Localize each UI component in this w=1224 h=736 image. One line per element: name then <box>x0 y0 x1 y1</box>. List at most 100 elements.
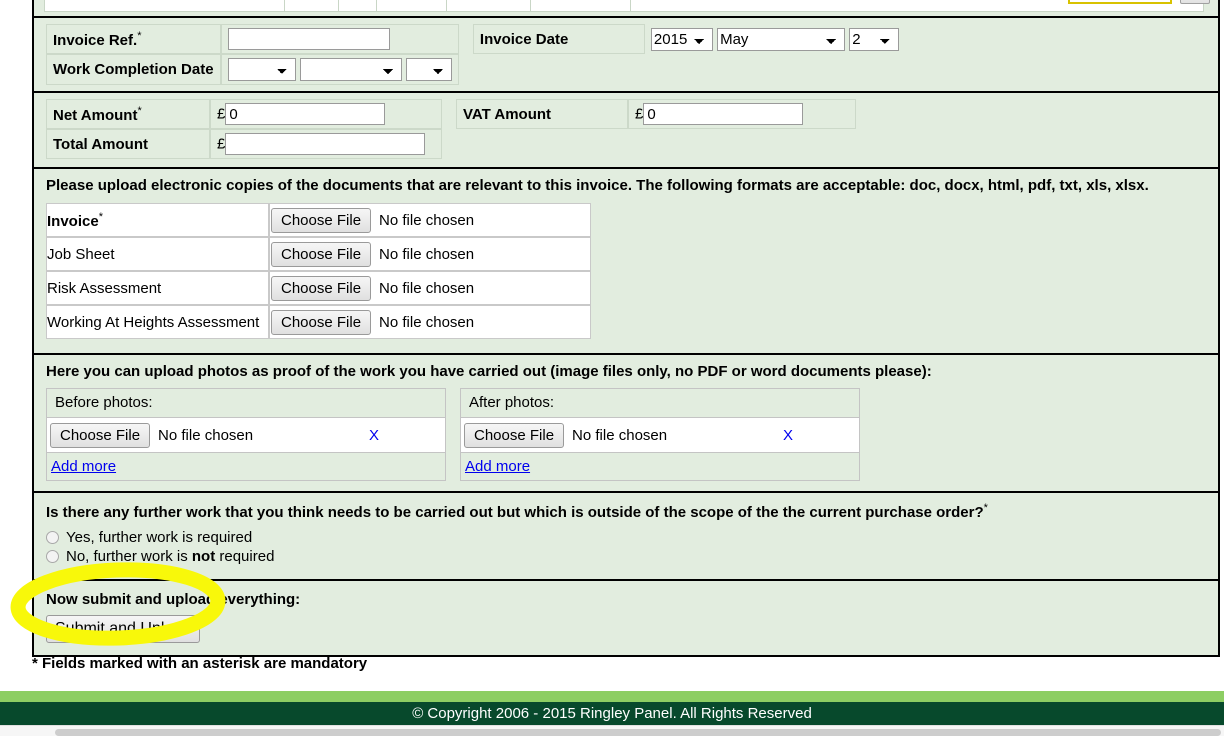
total-amount-label: Total Amount <box>53 135 148 153</box>
invoice-form: Invoice Ref.* Invoice Date 2015 May 2 Wo… <box>32 0 1220 657</box>
spacer <box>644 54 906 85</box>
table-row: Working At Heights Assessment Choose Fil… <box>46 305 591 339</box>
no-file-chosen-label: No file chosen <box>158 426 254 444</box>
spacer <box>442 99 456 129</box>
before-photos-heading: Before photos: <box>55 394 153 411</box>
document-label: Working At Heights Assessment <box>47 313 260 331</box>
document-label: Risk Assessment <box>47 279 162 297</box>
vat-amount-label-cell: VAT Amount <box>456 99 628 129</box>
photos-section: Here you can upload photos as proof of t… <box>34 355 1218 493</box>
table-row: Net Amount* £ VAT Amount £ <box>46 99 856 129</box>
work-completion-label-cell: Work Completion Date <box>46 54 221 85</box>
table-row: Total Amount £ <box>46 129 856 159</box>
invoice-date-month-select[interactable]: May <box>717 27 846 51</box>
further-work-question-section: Is there any further work that you think… <box>34 493 1218 581</box>
vat-amount-input[interactable] <box>643 103 804 125</box>
spacer <box>458 24 473 54</box>
photos-instruction: Here you can upload photos as proof of t… <box>46 363 932 380</box>
amount-table: Net Amount* £ VAT Amount £ Total Am <box>46 99 856 159</box>
work-completion-year-select[interactable] <box>405 58 452 81</box>
documents-instruction: Please upload electronic copies of the d… <box>46 177 1149 194</box>
document-name-working-at-heights: Working At Heights Assessment <box>46 305 269 339</box>
total-amount-input-cell: £ <box>210 129 442 159</box>
clipped-dropdown-button[interactable] <box>1180 0 1210 4</box>
total-amount-input[interactable] <box>225 133 426 155</box>
submit-section: Now submit and upload everything: Submit… <box>34 581 1218 657</box>
documents-upload-table: Invoice* Choose File No file chosen Job … <box>46 203 591 339</box>
choose-file-button[interactable]: Choose File <box>271 275 372 301</box>
work-completion-month-select[interactable] <box>299 58 402 81</box>
further-work-option-yes[interactable]: Yes, further work is required <box>46 529 1218 546</box>
clipped-cell <box>45 0 285 11</box>
radio-button-icon[interactable] <box>46 550 59 563</box>
submit-instruction: Now submit and upload everything: <box>46 591 301 608</box>
photos-columns: Before photos: Choose File No file chose… <box>46 388 1218 481</box>
horizontal-scrollbar[interactable] <box>0 725 1224 736</box>
no-file-chosen-label: No file chosen <box>379 211 475 229</box>
no-file-chosen-label: No file chosen <box>379 313 475 331</box>
invoice-date-selects-cell: 2015 May 2 <box>644 24 906 54</box>
document-file-invoice: Choose File No file chosen <box>269 203 591 237</box>
clipped-table-row <box>34 0 1218 18</box>
further-work-question: Is there any further work that you think… <box>46 502 1218 521</box>
document-file-job-sheet: Choose File No file chosen <box>269 237 591 271</box>
radio-button-icon[interactable] <box>46 531 59 544</box>
further-work-required: * <box>983 502 988 514</box>
clipped-cell <box>447 0 531 11</box>
document-label: Invoice <box>47 212 99 230</box>
choose-file-button[interactable]: Choose File <box>271 207 372 233</box>
choose-file-button[interactable]: Choose File <box>271 241 372 267</box>
net-amount-required: * <box>137 104 142 117</box>
document-label: Job Sheet <box>47 245 115 263</box>
vat-amount-input-cell: £ <box>628 99 856 129</box>
further-work-option-no[interactable]: No, further work is not required <box>46 548 1218 565</box>
table-row: Job Sheet Choose File No file chosen <box>46 237 591 271</box>
remove-before-photo-icon[interactable]: X <box>369 427 379 444</box>
before-photos-row: Choose File No file chosen X <box>47 417 445 453</box>
choose-file-button[interactable]: Choose File <box>464 422 565 448</box>
add-more-after-photos-link[interactable]: Add more <box>461 453 530 480</box>
option-no-emphasis: not <box>191 548 216 565</box>
invoice-date-label-cell: Invoice Date <box>472 24 645 54</box>
further-work-option-yes-label: Yes, further work is required <box>66 529 253 546</box>
remove-after-photo-icon[interactable]: X <box>783 427 793 444</box>
choose-file-button[interactable]: Choose File <box>50 422 151 448</box>
net-amount-currency: £ <box>217 105 226 123</box>
vat-amount-currency: £ <box>635 105 644 123</box>
further-work-question-text: Is there any further work that you think… <box>46 504 984 521</box>
invoice-date-day-select[interactable]: 2 <box>849 27 900 51</box>
document-file-risk-assessment: Choose File No file chosen <box>269 271 591 305</box>
invoice-ref-input-cell <box>220 24 459 54</box>
invoice-date-year-select[interactable]: 2015 <box>650 27 713 51</box>
total-amount-currency: £ <box>217 135 226 153</box>
document-name-risk-assessment: Risk Assessment <box>46 271 269 305</box>
net-amount-label-cell: Net Amount* <box>46 99 210 129</box>
spacer <box>442 129 456 159</box>
invoice-ref-required: * <box>137 29 142 42</box>
clipped-cell <box>339 0 377 11</box>
option-no-suffix: required <box>215 548 275 565</box>
work-completion-selects-cell <box>220 54 459 85</box>
document-required: * <box>98 210 103 223</box>
invoice-ref-input[interactable] <box>227 28 390 50</box>
work-completion-date-label: Work Completion Date <box>53 61 214 78</box>
no-file-chosen-label: No file chosen <box>572 426 668 444</box>
submit-and-upload-button[interactable]: Submit and Upload <box>46 615 201 643</box>
document-file-working-at-heights: Choose File No file chosen <box>269 305 591 339</box>
add-more-before-photos-link[interactable]: Add more <box>47 453 116 480</box>
footer-copyright: © Copyright 2006 - 2015 Ringley Panel. A… <box>0 702 1224 725</box>
work-completion-day-select[interactable] <box>227 58 296 81</box>
net-amount-input[interactable] <box>225 103 386 125</box>
clipped-cell <box>531 0 631 11</box>
footer-accent-bar <box>0 691 1224 702</box>
no-file-chosen-label: No file chosen <box>379 279 475 297</box>
clipped-highlighted-input[interactable] <box>1068 0 1172 4</box>
horizontal-scrollbar-thumb[interactable] <box>55 729 1221 736</box>
spacer <box>628 129 856 159</box>
documents-section: Please upload electronic copies of the d… <box>34 169 1218 355</box>
choose-file-button[interactable]: Choose File <box>271 309 372 335</box>
option-no-prefix: No, further work is <box>66 548 192 565</box>
further-work-option-no-label: No, further work is not required <box>66 548 274 565</box>
clipped-table <box>44 0 1204 12</box>
amount-section: Net Amount* £ VAT Amount £ Total Am <box>34 93 1218 169</box>
